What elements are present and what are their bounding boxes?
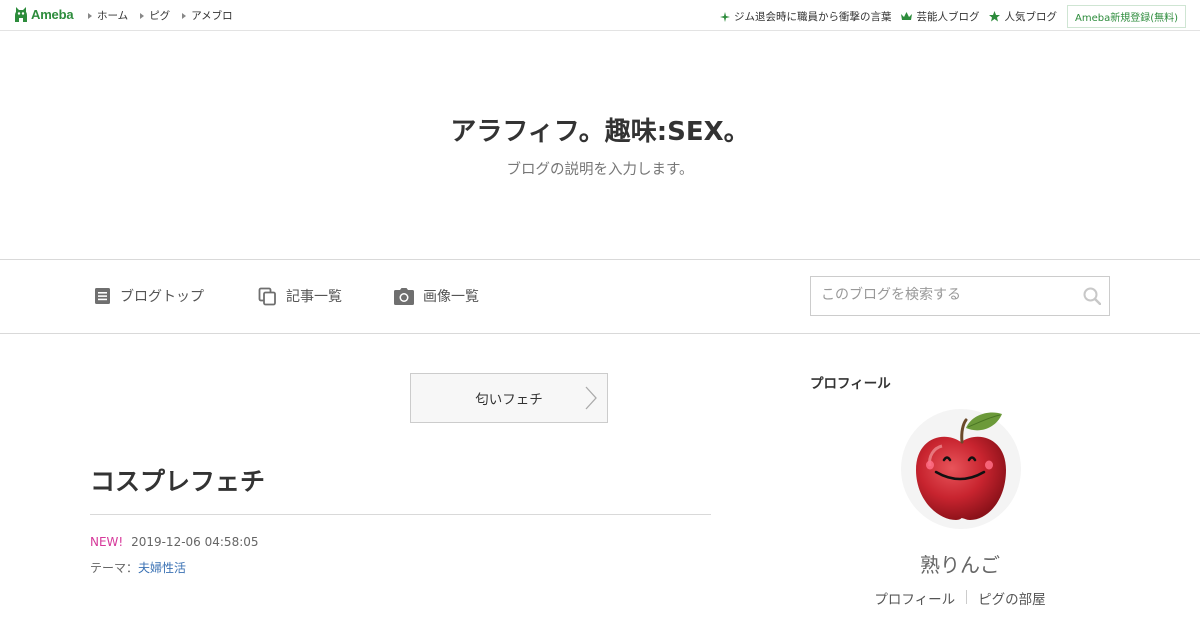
divider — [90, 514, 711, 515]
new-badge: NEW! — [90, 535, 124, 549]
global-nav-label: ピグ — [149, 10, 171, 22]
blog-header: アラフィフ。趣味:SEX。 ブログの説明を入力します。 — [0, 31, 1200, 259]
avatar[interactable] — [900, 408, 1022, 530]
entry-theme: テーマ：夫婦性活 — [90, 559, 186, 576]
entry-theme-prefix: テーマ： — [90, 561, 139, 575]
profile-heading: プロフィール — [810, 376, 891, 392]
blog-search — [810, 276, 1110, 316]
profile-name[interactable]: 熟りんご — [810, 549, 1110, 578]
divider — [966, 590, 968, 604]
blog-title[interactable]: アラフィフ。趣味:SEX。 — [0, 111, 1200, 148]
camera-icon — [394, 287, 414, 305]
global-nav-pigg[interactable]: ピグ — [140, 8, 170, 23]
entry-meta: NEW! 2019-12-06 04:58:05 — [90, 535, 259, 549]
global-nav: ホーム ピグ アメブロ — [88, 8, 245, 23]
popular-blog-label: 人気ブログ — [1004, 11, 1057, 23]
entry-title[interactable]: コスプレフェチ — [90, 462, 265, 498]
profile-link[interactable]: プロフィール — [874, 588, 955, 608]
entry-datetime: 2019-12-06 04:58:05 — [131, 535, 259, 549]
triangle-right-icon — [88, 12, 92, 19]
blog-nav-label: ブログトップ — [120, 289, 204, 305]
blog-nav-label: 画像一覧 — [423, 289, 479, 305]
blog-nav: ブログトップ 記事一覧 画像一覧 — [0, 259, 1200, 334]
blog-nav-top[interactable]: ブログトップ — [94, 286, 204, 306]
ameba-header-bar: Ameba ホーム ピグ アメブロ ジム退会時に職員から衝撃の言葉 芸能人ブログ — [0, 0, 1200, 31]
header-right-links: ジム退会時に職員から衝撃の言葉 芸能人ブログ 人気ブログ Ameba新規登録(無… — [719, 5, 1186, 28]
entry-theme-link[interactable]: 夫婦性活 — [138, 561, 186, 575]
star-icon — [989, 11, 1001, 22]
promo-link-label: ジム退会時に職員から衝撃の言葉 — [733, 11, 892, 23]
ameba-logo-icon — [15, 7, 27, 22]
global-nav-label: ホーム — [97, 10, 129, 22]
search-icon[interactable] — [1083, 287, 1101, 305]
ameba-logo[interactable]: Ameba — [14, 6, 74, 23]
chevron-right-icon — [585, 386, 597, 410]
popular-blog-link[interactable]: 人気ブログ — [989, 9, 1057, 24]
document-icon — [95, 288, 110, 304]
promo-link[interactable]: ジム退会時に職員から衝撃の言葉 — [719, 9, 892, 24]
global-nav-ameblo[interactable]: アメブロ — [182, 8, 233, 23]
blog-nav-entry-list[interactable]: 記事一覧 — [258, 286, 342, 306]
global-nav-label: アメブロ — [191, 10, 233, 22]
blog-search-input[interactable] — [811, 277, 1076, 313]
blog-nav-label: 記事一覧 — [286, 289, 342, 305]
copy-icon — [258, 287, 276, 305]
blog-nav-image-list[interactable]: 画像一覧 — [394, 286, 479, 306]
profile-links: プロフィール ピグの部屋 — [810, 588, 1110, 608]
register-button[interactable]: Ameba新規登録(無料) — [1066, 5, 1186, 28]
crown-icon — [901, 12, 913, 20]
sparkle-icon — [719, 11, 730, 22]
blog-description: ブログの説明を入力します。 — [506, 162, 694, 178]
global-nav-home[interactable]: ホーム — [88, 8, 128, 23]
pigg-room-link[interactable]: ピグの部屋 — [978, 588, 1046, 608]
theme-next-label: 匂いフェチ — [475, 392, 543, 408]
triangle-right-icon — [182, 12, 187, 19]
triangle-right-icon — [140, 12, 145, 19]
celebrity-blog-link[interactable]: 芸能人ブログ — [901, 9, 979, 24]
theme-next-button[interactable]: 匂いフェチ — [410, 373, 608, 423]
celebrity-blog-label: 芸能人ブログ — [916, 11, 980, 23]
logo-text: Ameba — [31, 7, 74, 22]
